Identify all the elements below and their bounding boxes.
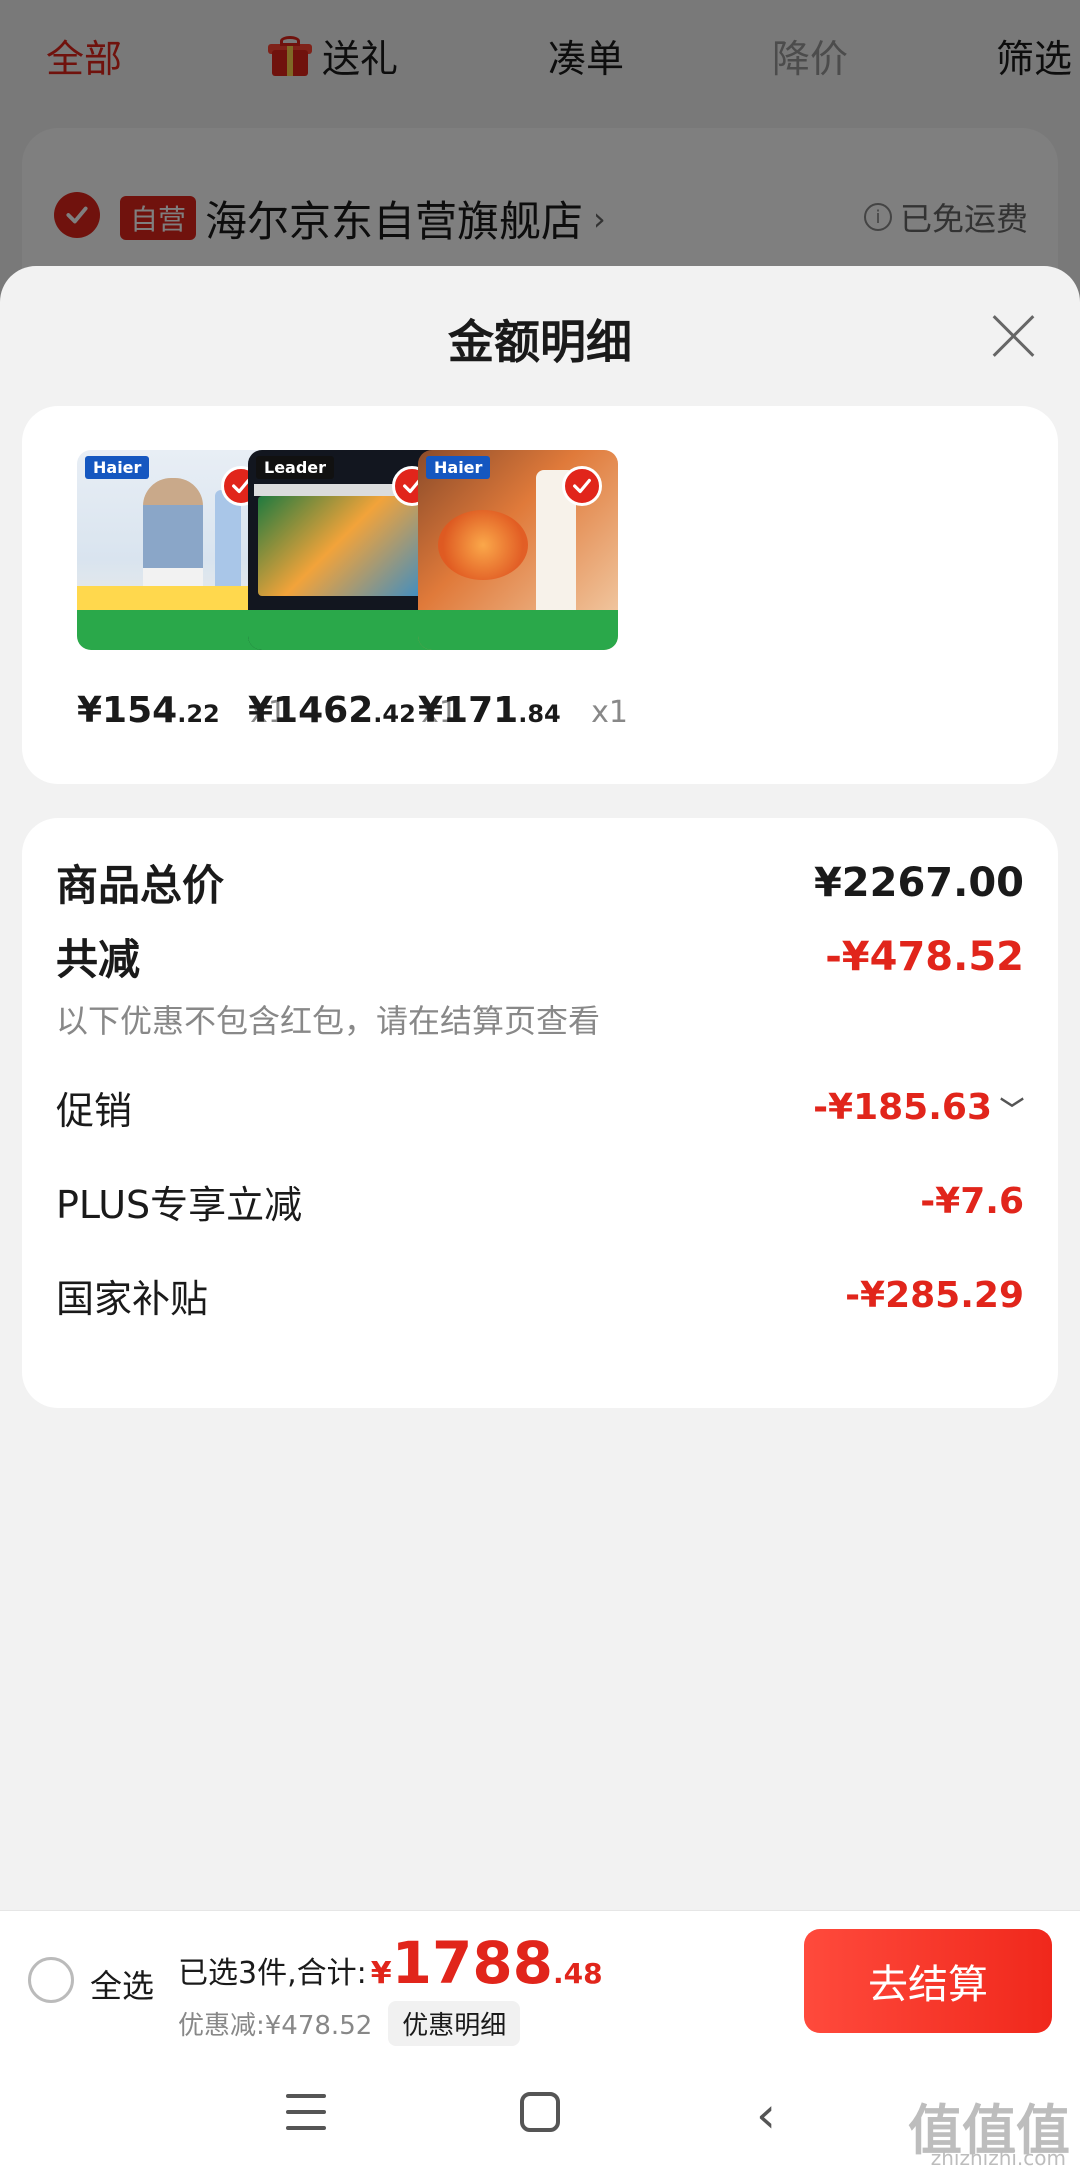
brand-logo: Haier [85, 456, 150, 479]
home-icon[interactable] [520, 2092, 560, 2132]
select-all-radio[interactable] [28, 1957, 74, 2003]
selected-count: 已选3件,合计: [178, 1956, 367, 1991]
total-amount-dec: .48 [553, 1957, 603, 1990]
brand-logo: Haier [426, 456, 491, 479]
brand-logo: Leader [256, 456, 335, 479]
product-image: Haier [77, 450, 277, 650]
discount-detail-button[interactable]: 优惠明细 [388, 2001, 521, 2046]
plus-row: PLUS专享立减 -¥7.6 [56, 1174, 1024, 1229]
total-price-label: 商品总价 [56, 861, 225, 910]
checkout-button[interactable]: 去结算 [804, 1929, 1052, 2033]
total-summary: 已选3件,合计: ¥ 1788 .48 [178, 1929, 603, 1997]
chevron-down-icon: ﹀ [1000, 1096, 1024, 1124]
promo-row[interactable]: 促销 -¥185.63 ﹀ [56, 1080, 1024, 1135]
product-image: Haier [418, 450, 618, 650]
products-card: Haier ¥154.22 x1 Leader ¥1462.42 x1 Haie… [22, 406, 1058, 784]
plus-value: -¥7.6 [920, 1181, 1024, 1222]
total-reduce-label: 共减 [56, 935, 141, 984]
close-icon[interactable] [988, 308, 1038, 358]
total-price-value: ¥2267.00 [813, 859, 1024, 906]
menu-icon[interactable] [286, 2094, 326, 2130]
product-price: ¥171.84 [418, 690, 561, 731]
product-price: ¥154.22 [77, 690, 220, 731]
total-reduce-row: 共减 -¥478.52 [56, 926, 1024, 987]
currency-symbol: ¥ [370, 1956, 392, 1991]
discount-note: 以下优惠不包含红包，请在结算页查看 [56, 1002, 601, 1040]
product-item[interactable]: Haier ¥171.84 x1 [418, 450, 638, 731]
product-price: ¥1462.42 [248, 690, 416, 731]
total-price-row: 商品总价 ¥2267.00 [56, 852, 1024, 913]
back-icon[interactable]: ‹ [756, 2090, 776, 2140]
watermark-url: zhizhizhi.com [930, 2146, 1066, 2170]
selected-check-icon [562, 466, 602, 506]
promo-label: 促销 [56, 1089, 133, 1133]
subsidy-label: 国家补贴 [56, 1277, 209, 1321]
discount-amount: 优惠减:¥478.52 [178, 2011, 373, 2041]
total-amount-int: 1788 [391, 1929, 554, 1997]
product-qty: x1 [591, 695, 628, 730]
subsidy-row: 国家补贴 -¥285.29 [56, 1268, 1024, 1323]
discount-line: 优惠减:¥478.52 优惠明细 [178, 2001, 521, 2046]
amount-detail-sheet: 金额明细 Haier ¥154.22 x1 Leader ¥1462.42 x1… [0, 266, 1080, 2180]
summary-card: 商品总价 ¥2267.00 共减 -¥478.52 以下优惠不包含红包，请在结算… [22, 818, 1058, 1408]
promo-value: -¥185.63 ﹀ [813, 1087, 1024, 1128]
total-reduce-value: -¥478.52 [825, 933, 1024, 980]
plus-label: PLUS专享立减 [56, 1183, 303, 1227]
sheet-title: 金额明细 [448, 315, 632, 369]
subsidy-value: -¥285.29 [845, 1275, 1024, 1316]
checkout-bar: 全选 已选3件,合计: ¥ 1788 .48 优惠减:¥478.52 优惠明细 … [0, 1910, 1080, 2050]
select-all-label[interactable]: 全选 [90, 1961, 154, 2007]
